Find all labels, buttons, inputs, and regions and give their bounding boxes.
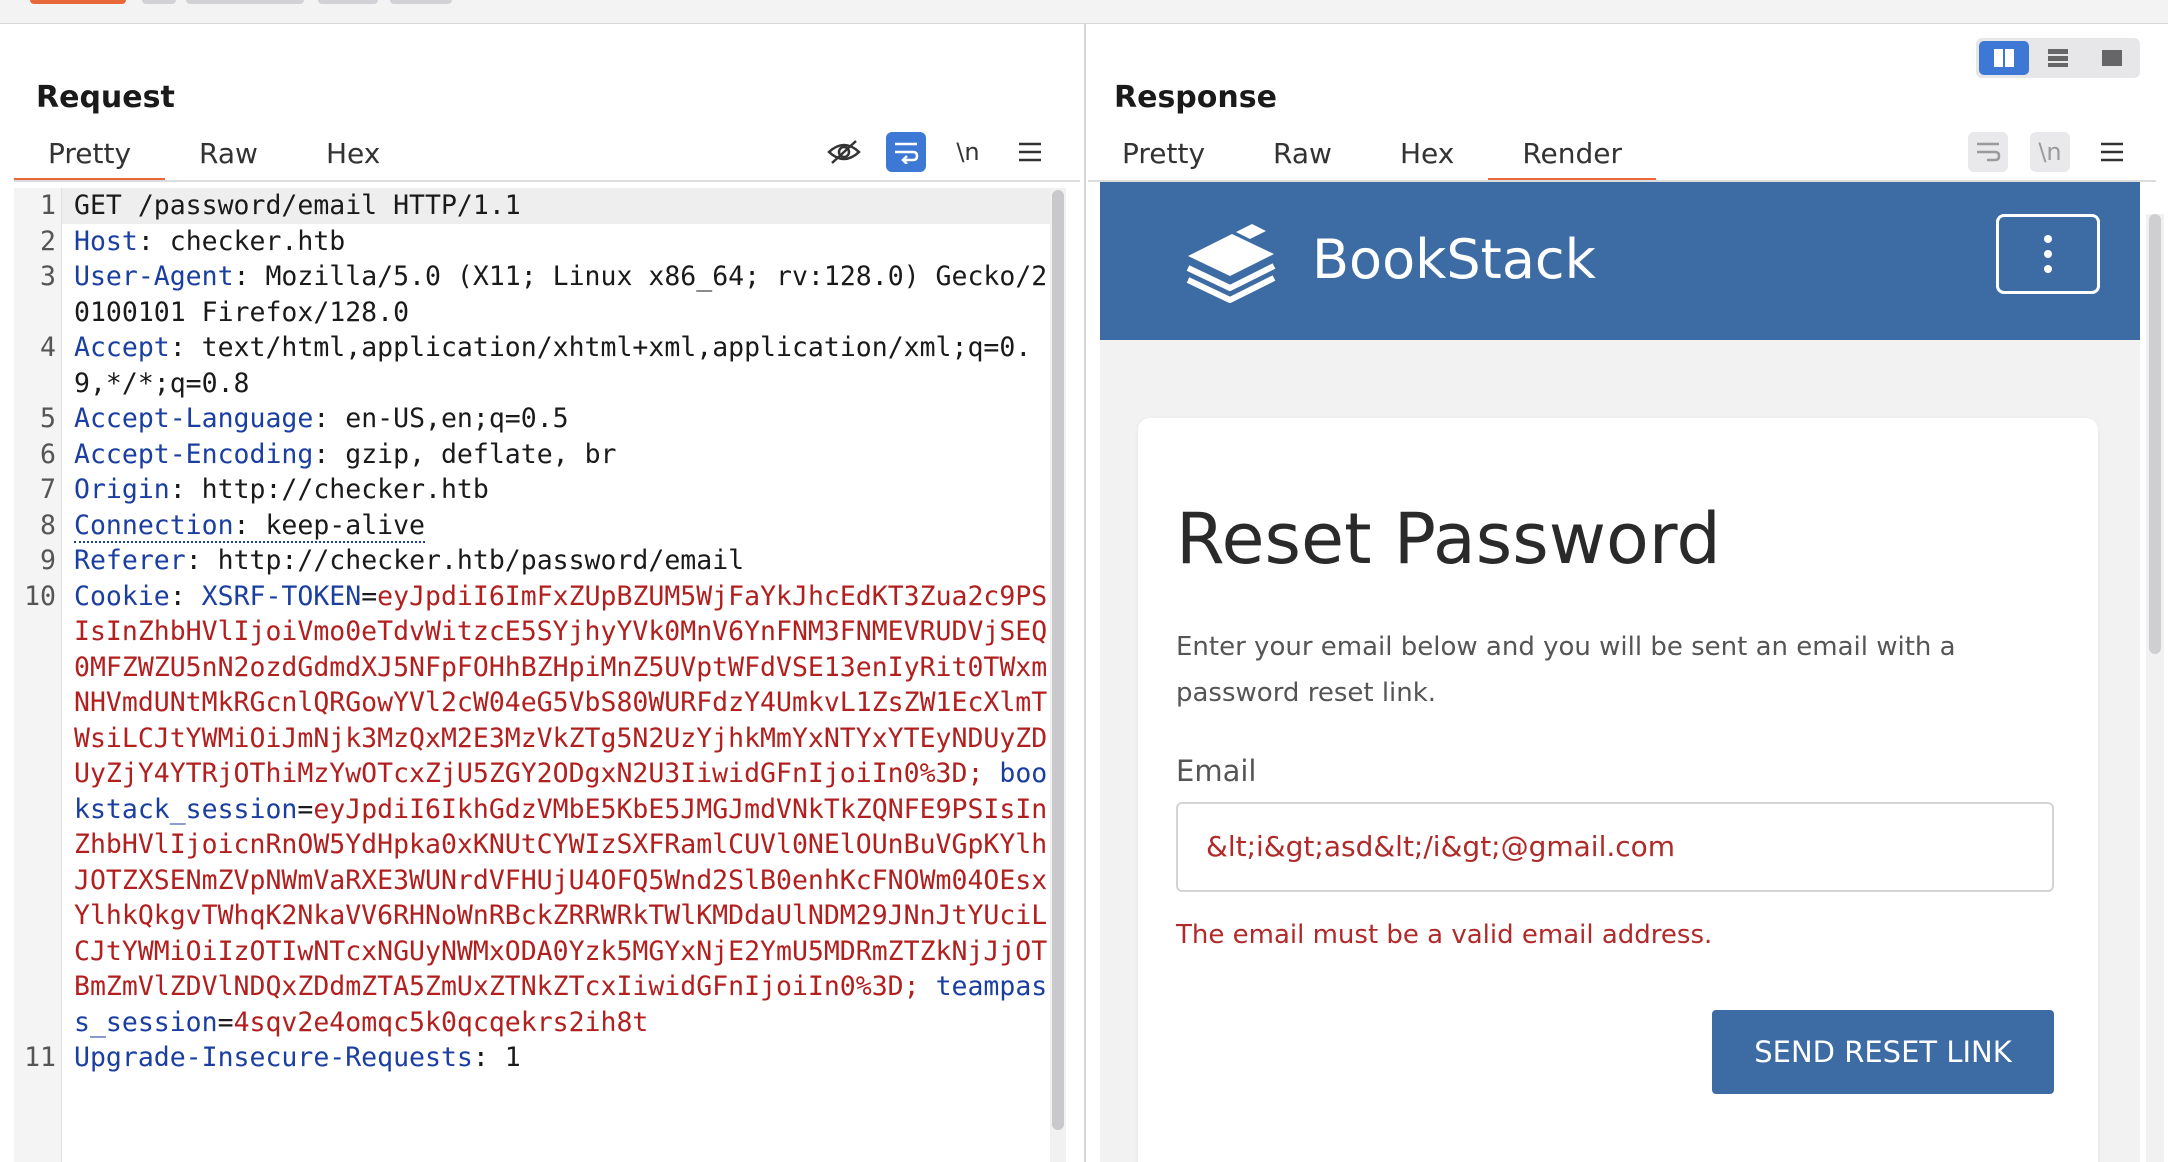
code-line: 9 Referer: http://checker.htb/password/e…	[14, 543, 1056, 579]
header-key: Accept-Language	[74, 403, 314, 434]
layout-switcher	[1976, 38, 2140, 78]
bookstack-logo-icon	[1186, 224, 1276, 303]
line-number: 8	[40, 509, 56, 541]
newline-toggle[interactable]: \n	[2030, 132, 2070, 172]
line-number: 2	[40, 225, 56, 257]
wrap-icon[interactable]	[886, 132, 926, 172]
response-tools: \n	[1968, 132, 2132, 172]
request-pane: Request Pretty Raw Hex \n 1 GET /passwor…	[0, 24, 1086, 1162]
send-button-edge[interactable]	[30, 0, 126, 4]
toolbar-button-edge[interactable]	[186, 0, 304, 4]
line-number: 4	[40, 332, 56, 363]
code-line: 2 Host: checker.htb	[14, 224, 1056, 260]
render-view: BookStack Reset Password Enter your emai…	[1100, 182, 2140, 1162]
newline-toggle[interactable]: \n	[948, 132, 988, 172]
line-number: 5	[40, 403, 56, 434]
code-line: 5 Accept-Language: en-US,en;q=0.5	[14, 401, 1056, 437]
code-line: 8 Connection: keep-alive	[14, 508, 1056, 544]
tab-raw[interactable]: Raw	[165, 132, 292, 182]
line-number: 1	[40, 190, 56, 221]
header-key: User-Agent	[74, 261, 234, 292]
toolbar-button-edge[interactable]	[318, 0, 378, 4]
eye-slash-icon[interactable]	[824, 132, 864, 172]
request-tools: \n	[824, 132, 1050, 172]
reset-card: Reset Password Enter your email below an…	[1138, 418, 2098, 1162]
request-line: GET /password/email HTTP/1.1	[74, 190, 521, 221]
scrollbar-thumb[interactable]	[2149, 214, 2161, 654]
header-value: http://checker.htb/password/email	[201, 545, 745, 576]
tab-pretty[interactable]: Pretty	[1088, 132, 1239, 182]
line-number: 9	[40, 545, 56, 576]
cookie-name: XSRF-TOKEN	[201, 580, 362, 612]
request-scrollbar[interactable]	[1050, 188, 1066, 1162]
request-title: Request	[36, 80, 175, 115]
page-title: Reset Password	[1176, 498, 1721, 580]
response-pane: Response Pretty Raw Hex Render \n BookSt…	[1088, 24, 2168, 1162]
email-label: Email	[1176, 754, 1257, 788]
header-value: checker.htb	[153, 225, 346, 257]
reset-description: Enter your email below and you will be s…	[1176, 632, 1956, 708]
code-line: 10 Cookie: XSRF-TOKEN=eyJpdiI6ImFxZUpBZU…	[14, 579, 1056, 1041]
code-line: 1 GET /password/email HTTP/1.1	[14, 188, 1056, 224]
header-key: Cookie	[74, 580, 170, 612]
menu-icon[interactable]	[2092, 132, 2132, 172]
header-value: 1	[488, 1042, 521, 1073]
tab-render[interactable]: Render	[1488, 132, 1656, 182]
line-number: 11	[24, 1042, 56, 1073]
send-reset-link-button[interactable]: SEND RESET LINK	[1712, 1010, 2054, 1094]
response-tabs: Pretty Raw Hex Render	[1088, 132, 1656, 182]
single-pane-icon[interactable]	[2087, 41, 2137, 75]
header-key: Origin	[74, 474, 170, 505]
header-key: Connection	[74, 509, 234, 541]
header-key: Host	[74, 225, 138, 257]
toolbar-strip	[0, 0, 2168, 24]
header-key: Referer	[74, 545, 186, 576]
email-error: The email must be a valid email address.	[1176, 920, 1713, 950]
request-editor[interactable]: 1 GET /password/email HTTP/1.1 2 Host: c…	[14, 188, 1056, 1162]
header-value: gzip, deflate, br	[329, 438, 617, 470]
split-vertical-icon[interactable]	[2033, 41, 2083, 75]
wrap-icon[interactable]	[1968, 132, 2008, 172]
tab-pretty[interactable]: Pretty	[14, 132, 166, 182]
scrollbar-thumb[interactable]	[1052, 190, 1064, 1130]
header-key: Accept-Encoding	[74, 438, 314, 470]
header-value: en-US,en;q=0.5	[329, 403, 569, 434]
code-line: 4 Accept: text/html,application/xhtml+xm…	[14, 330, 1056, 401]
line-number: 10	[24, 580, 56, 612]
toolbar-button-edge[interactable]	[390, 0, 452, 4]
email-field[interactable]: &lt;i&gt;asd&lt;/i&gt;@gmail.com	[1176, 802, 2054, 892]
code-line: 11 Upgrade-Insecure-Requests: 1	[14, 1040, 1056, 1076]
tab-raw[interactable]: Raw	[1239, 132, 1366, 182]
line-number: 3	[40, 261, 56, 292]
header-value: http://checker.htb	[185, 474, 489, 505]
menu-icon[interactable]	[1010, 132, 1050, 172]
header-value: text/html,application/xhtml+xml,applicat…	[74, 332, 1032, 399]
tab-hex[interactable]: Hex	[292, 132, 414, 182]
line-number: 6	[40, 438, 56, 470]
kebab-menu-icon[interactable]	[1996, 214, 2100, 294]
tab-hex[interactable]: Hex	[1366, 132, 1488, 182]
line-number: 7	[40, 474, 56, 505]
code-line: 6 Accept-Encoding: gzip, deflate, br	[14, 437, 1056, 473]
cookie-value: 4sqv2e4omqc5k0qcqekrs2ih8t	[233, 1006, 649, 1038]
split-horizontal-icon[interactable]	[1979, 41, 2029, 75]
tab-divider	[14, 180, 1080, 182]
request-tabs: Pretty Raw Hex	[14, 132, 414, 182]
code-line: 7 Origin: http://checker.htb	[14, 472, 1056, 508]
code-line: 3 User-Agent: Mozilla/5.0 (X11; Linux x8…	[14, 259, 1056, 330]
render-scrollbar[interactable]	[2146, 214, 2164, 1162]
header-value: keep-alive	[249, 509, 426, 541]
header-key: Accept	[74, 332, 170, 363]
header-key: Upgrade-Insecure-Requests	[74, 1042, 473, 1073]
toolbar-button-edge[interactable]	[142, 0, 176, 4]
bookstack-brand[interactable]: BookStack	[1312, 228, 1596, 291]
bookstack-header: BookStack	[1100, 182, 2140, 340]
response-title: Response	[1114, 80, 1277, 115]
